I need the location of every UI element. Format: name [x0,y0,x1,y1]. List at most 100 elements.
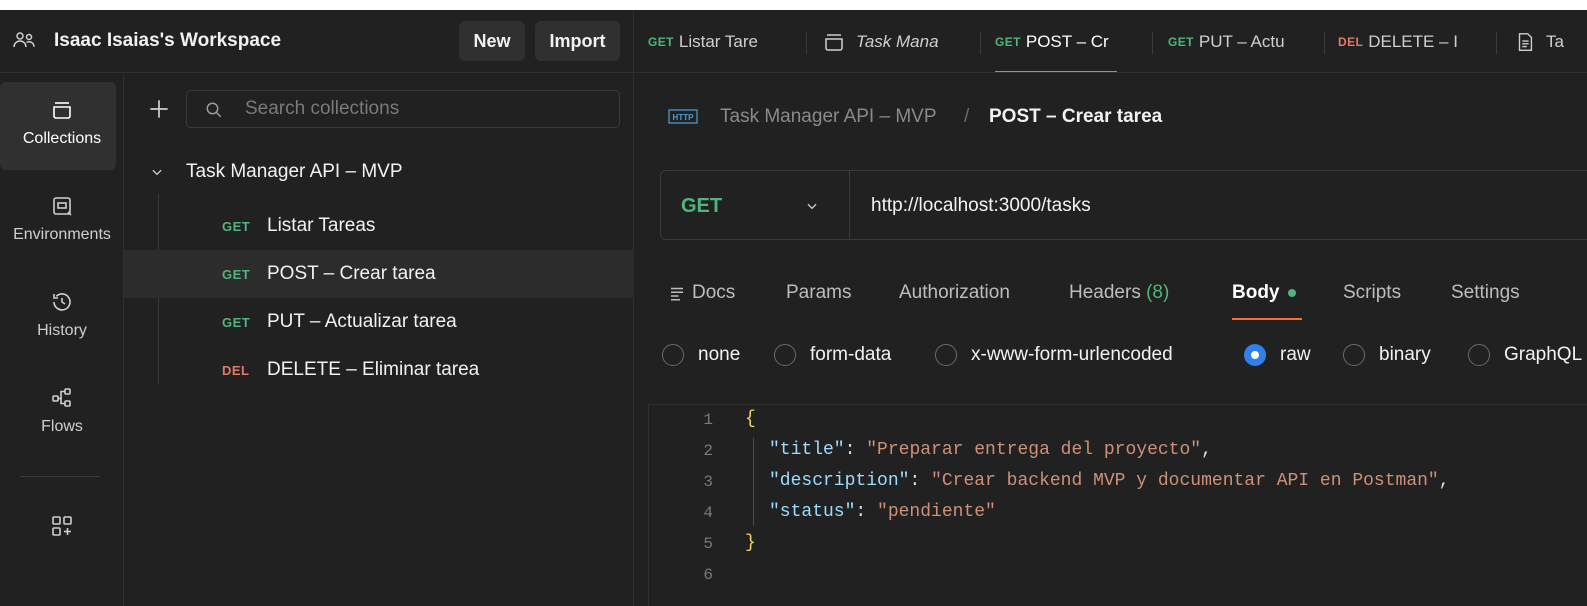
tab-task-manager-collection[interactable]: Task Mana [822,10,939,72]
rail-item-flows[interactable]: Flows [0,362,124,452]
json-value: "Crear backend MVP y documentar API en P… [931,471,1439,491]
chevron-down-icon[interactable] [150,165,164,179]
workspace-people-icon [13,32,35,48]
radio-button[interactable] [774,344,796,366]
tab-label: Ta [1546,31,1564,51]
tab-divider [806,32,807,54]
import-button[interactable]: Import [535,21,620,61]
rail-label-environments: Environments [13,226,111,243]
body-type-label: x-www-form-urlencoded [971,344,1173,365]
flows-icon [52,388,71,407]
rail-item-collections[interactable]: Collections [0,74,124,170]
json-value: "Preparar entrega del proyecto" [866,440,1202,460]
tab-post-crear-tarea[interactable]: GET POST – Cr [995,10,1117,72]
collection-icon [825,33,843,51]
tab-scripts[interactable]: Scripts [1343,282,1401,304]
line-number: 5 [703,535,713,553]
collections-sidebar: Task Manager API – MVP GET Listar Tareas… [124,74,634,606]
code-line: 2 "title": "Preparar entrega del proyect… [649,438,1587,469]
code-line: 5 } [649,531,1587,562]
body-type-form-data[interactable]: form-data [774,344,891,366]
body-type-binary[interactable]: binary [1343,344,1431,366]
tab-headers[interactable]: Headers (8) [1069,282,1169,304]
request-name: PUT – Actualizar tarea [267,311,457,332]
json-key: "description" [769,471,910,491]
code-line: 4 "status": "pendiente" [649,500,1587,531]
tab-body-label: Body [1232,282,1280,303]
environments-icon [53,197,72,216]
rail-label-history: History [37,322,87,339]
request-name: POST – Crear tarea [267,263,436,284]
radio-button[interactable] [935,344,957,366]
rail-divider [20,476,100,477]
tab-doc[interactable]: Ta [1514,10,1564,72]
request-item-delete-eliminar-tarea[interactable]: DEL DELETE – Eliminar tarea [124,346,634,394]
body-type-label: GraphQL [1504,344,1583,365]
body-type-urlencoded[interactable]: x-www-form-urlencoded [935,344,1173,366]
tab-method-badge: DEL [1338,34,1364,49]
request-item-put-actualizar-tarea[interactable]: GET PUT – Actualizar tarea [124,298,634,346]
body-type-options: none form-data x-www-form-urlencoded raw… [634,332,1587,380]
add-collection-plus-icon[interactable] [146,96,172,122]
tab-delete-eliminar[interactable]: DEL DELETE – I [1338,10,1458,72]
body-type-label: binary [1379,344,1431,365]
request-name: DELETE – Eliminar tarea [267,359,480,380]
workspace-header: Isaac Isaias's Workspace New Import [0,10,634,73]
body-indicator-dot [1287,288,1296,297]
left-rail: Collections Environments History Flows [0,74,124,606]
radio-button-selected[interactable] [1244,344,1266,366]
tab-method-badge: GET [1168,34,1194,49]
method-value: GET [681,195,723,217]
tab-docs[interactable]: Docs [668,282,735,304]
tab-divider [980,32,981,54]
request-item-post-crear-tarea[interactable]: GET POST – Crear tarea [124,250,634,298]
chevron-down-icon [807,203,817,210]
breadcrumb-collection[interactable]: Task Manager API – MVP [720,106,937,128]
search-input[interactable] [245,95,605,123]
radio-button[interactable] [662,344,684,366]
code-line: 3 "description": "Crear backend MVP y do… [649,469,1587,500]
radio-button[interactable] [1343,344,1365,366]
tab-params[interactable]: Params [786,282,851,304]
tab-headers-label: Headers [1069,282,1141,303]
request-method-badge: DEL [222,363,250,378]
request-panel: HTTP Task Manager API – MVP / POST – Cre… [634,74,1587,606]
tab-body[interactable]: Body [1232,282,1296,304]
tab-label: Listar Tare [678,31,758,51]
request-item-listar-tareas[interactable]: GET Listar Tareas [124,202,634,250]
add-apps-icon[interactable] [50,514,74,538]
tab-authorization[interactable]: Authorization [899,282,1010,304]
body-code-editor[interactable]: 1 { 2 "title": "Preparar entrega del pro… [648,404,1587,606]
active-tab-underline [995,71,1117,72]
body-type-none[interactable]: none [662,344,740,366]
url-input[interactable] [871,191,1571,221]
tab-settings[interactable]: Settings [1451,282,1520,304]
tab-listar-tareas[interactable]: GET Listar Tare [648,10,758,72]
rail-item-environments[interactable]: Environments [0,170,124,260]
tab-label: Task Mana [856,31,939,51]
collection-name: Task Manager API – MVP [186,161,403,182]
tab-docs-label: Docs [692,282,736,303]
code-line: 1 { [649,407,1587,438]
tab-put-actualizar[interactable]: GET PUT – Actu [1168,10,1285,72]
search-icon [206,102,222,118]
code-line: 6 [649,562,1587,593]
body-type-label: raw [1280,344,1311,365]
radio-button[interactable] [1468,344,1490,366]
rail-item-history[interactable]: History [0,266,124,356]
http-request-icon: HTTP [668,109,698,124]
body-type-raw[interactable]: raw [1244,344,1311,366]
line-number: 2 [703,442,713,460]
request-method-badge: GET [222,315,251,330]
workspace-title[interactable]: Isaac Isaias's Workspace [54,30,281,52]
json-value: "pendiente" [877,502,996,522]
body-type-graphql[interactable]: GraphQL [1468,344,1582,366]
tab-label: POST – Cr [1025,31,1109,51]
breadcrumb-request-title[interactable]: POST – Crear tarea [989,106,1162,128]
method-select[interactable]: GET [661,171,850,239]
search-box[interactable] [186,90,620,128]
line-number: 1 [703,411,713,429]
docs-lines-icon [671,287,683,301]
collection-row[interactable]: Task Manager API – MVP [124,152,634,192]
new-button[interactable]: New [459,21,525,61]
